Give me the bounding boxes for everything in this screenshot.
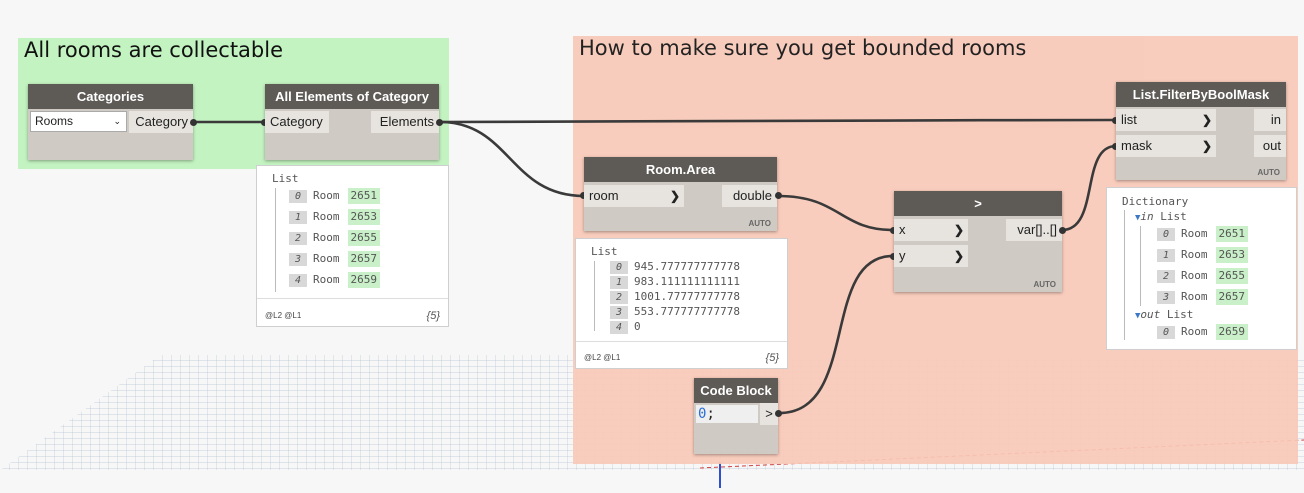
count-label: {5} xyxy=(765,352,779,364)
chevron-down-icon: ⌄ xyxy=(113,116,121,126)
elements-preview: List 0 Room 2651 1 Room 2653 2 Room 2655 3 Room… xyxy=(256,165,449,327)
input-port-x[interactable]: x ❯ xyxy=(894,219,968,241)
areas-preview: List 0 945.777777777778 1 983.111111111111… xyxy=(575,238,788,369)
list-item: 0 Room 2659 xyxy=(1157,324,1248,340)
output-port-var[interactable]: var[]..[] xyxy=(1006,219,1062,241)
dropdown-value: Rooms xyxy=(35,114,74,128)
category-dropdown[interactable]: Rooms ⌄ xyxy=(30,111,127,132)
list-item: 4 Room 2659 xyxy=(289,272,380,288)
room-area-node[interactable]: Room.Area room ❯ double AUTO xyxy=(580,157,782,231)
output-port-in[interactable]: in xyxy=(1254,109,1286,131)
greater-than-node[interactable]: > x ❯ y ❯ var[]..[] AUTO xyxy=(890,191,1066,292)
categories-node[interactable]: Categories Rooms ⌄ Category xyxy=(28,84,197,160)
list-item: 2 1001.77777777778 xyxy=(610,289,740,305)
chevron-right-icon: ❯ xyxy=(1201,113,1212,127)
chevron-right-icon: ❯ xyxy=(953,249,964,263)
chevron-right-icon: ❯ xyxy=(1201,139,1212,153)
lacing-label[interactable]: AUTO xyxy=(1257,168,1280,177)
input-port-room[interactable]: room ❯ xyxy=(584,185,684,207)
preview-header: Dictionary xyxy=(1122,195,1189,208)
port-label: out xyxy=(1262,138,1281,153)
output-connector[interactable] xyxy=(775,192,782,199)
tree-line xyxy=(275,188,276,292)
list-item: 1 983.111111111111 xyxy=(610,274,740,290)
tree-line xyxy=(1124,210,1125,340)
preview-header: List xyxy=(591,245,618,258)
node-title: Room.Area xyxy=(584,157,777,182)
filter-preview: Dictionary ▼in List 0 Room 2651 1 Room 2653 … xyxy=(1106,187,1297,350)
levels-label: @L2 @L1 xyxy=(584,353,621,362)
list-item: 2 Room 2655 xyxy=(289,230,380,246)
port-label: Elements xyxy=(379,114,434,129)
port-label: y xyxy=(899,248,906,263)
input-port-list[interactable]: list ❯ xyxy=(1116,109,1216,131)
code-editor[interactable]: 0; xyxy=(696,405,758,423)
all-elements-node[interactable]: All Elements of Category Category Elemen… xyxy=(261,84,443,160)
port-label: Category xyxy=(270,114,323,129)
lacing-label[interactable]: AUTO xyxy=(1033,280,1056,289)
list-item: 3 Room 2657 xyxy=(289,251,380,267)
preview-header: List xyxy=(272,172,299,185)
node-title: > xyxy=(894,191,1062,216)
list-item: 0 Room 2651 xyxy=(289,188,380,204)
list-item: 0 945.777777777778 xyxy=(610,259,740,275)
filter-by-bool-mask-node[interactable]: List.FilterByBoolMask list ❯ mask ❯ in o… xyxy=(1112,82,1286,180)
port-label: double xyxy=(732,188,772,203)
output-port-category[interactable]: Category xyxy=(129,111,193,133)
list-item: 3 Room 2657 xyxy=(1157,289,1248,305)
list-item: 3 553.777777777778 xyxy=(610,304,740,320)
list-item: 2 Room 2655 xyxy=(1157,268,1248,284)
levels-label: @L2 @L1 xyxy=(265,311,302,320)
output-connector[interactable] xyxy=(1059,227,1066,234)
tree-line xyxy=(594,261,595,331)
list-item: 1 Room 2653 xyxy=(289,209,380,225)
output-port-out[interactable]: out xyxy=(1254,135,1286,157)
chevron-right-icon: ❯ xyxy=(669,189,680,203)
chevron-right-icon: ❯ xyxy=(953,223,964,237)
divider xyxy=(576,341,787,342)
input-port-category[interactable]: Category xyxy=(265,111,329,133)
node-title: List.FilterByBoolMask xyxy=(1116,82,1286,107)
port-label: mask xyxy=(1121,138,1153,153)
wire-code-to-y xyxy=(778,254,894,415)
wire-double-to-x xyxy=(777,194,894,232)
wire-elements-to-room xyxy=(439,120,585,198)
tree-line xyxy=(1140,226,1141,306)
port-label: var[]..[] xyxy=(1017,222,1057,237)
port-label: > xyxy=(765,406,773,421)
port-label: room xyxy=(589,188,619,203)
output-connector[interactable] xyxy=(775,410,782,417)
dictionary-key-in[interactable]: ▼in List xyxy=(1135,209,1187,225)
list-item: 0 Room 2651 xyxy=(1157,226,1248,242)
input-port-y[interactable]: y ❯ xyxy=(894,245,968,267)
lacing-label[interactable]: AUTO xyxy=(748,219,771,228)
port-label: in xyxy=(1270,112,1281,127)
code-semicolon: ; xyxy=(706,406,715,422)
divider xyxy=(257,298,448,299)
code-block-node[interactable]: Code Block 0; > xyxy=(694,378,782,454)
list-item: 40 xyxy=(610,319,641,335)
wire-elements-to-list xyxy=(439,118,1117,124)
port-label: list xyxy=(1121,112,1137,127)
output-connector[interactable] xyxy=(190,119,197,126)
port-label: Category xyxy=(135,114,188,129)
output-port-double[interactable]: double xyxy=(722,185,777,207)
node-title: Code Block xyxy=(694,378,778,403)
node-title: Categories xyxy=(28,84,193,109)
dictionary-key-out[interactable]: ▼out List xyxy=(1135,307,1193,323)
output-connector[interactable] xyxy=(436,119,443,126)
node-title: All Elements of Category xyxy=(265,84,439,109)
list-item: 1 Room 2653 xyxy=(1157,247,1248,263)
output-port-elements[interactable]: Elements xyxy=(371,111,439,133)
count-label: {5} xyxy=(426,310,440,322)
input-port-mask[interactable]: mask ❯ xyxy=(1116,135,1216,157)
port-label: x xyxy=(899,222,906,237)
